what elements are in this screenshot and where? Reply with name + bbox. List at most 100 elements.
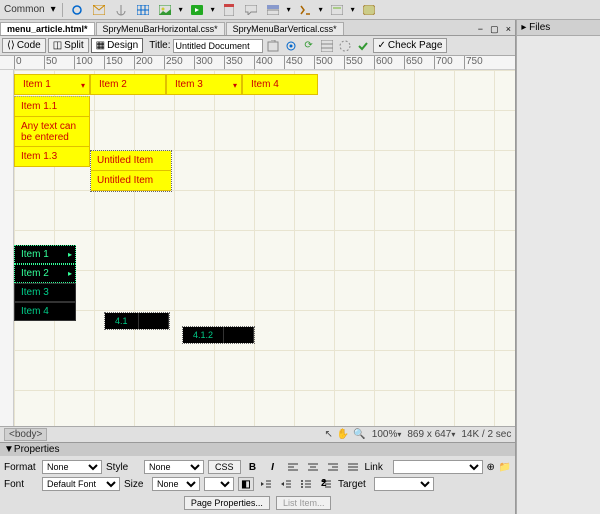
- align-center-icon[interactable]: [305, 460, 321, 474]
- style-select[interactable]: None: [144, 460, 204, 474]
- hmenu-item-2[interactable]: Item 2: [90, 74, 166, 95]
- dropdown-arrow-icon[interactable]: ▾: [319, 5, 323, 14]
- submenu-item[interactable]: Untitled Item: [91, 151, 171, 171]
- files-panel: ▸ Files: [516, 20, 600, 514]
- vmenu-item-2[interactable]: Item 2▸: [14, 264, 76, 283]
- document-tabs: menu_article.html* SpryMenuBarHorizontal…: [0, 20, 515, 36]
- submenu-item[interactable]: Item 1.3: [14, 147, 90, 167]
- submenu-item[interactable]: Untitled Item: [91, 171, 171, 191]
- restore-icon[interactable]: ▢: [487, 23, 501, 35]
- refresh-icon[interactable]: ⟳: [301, 38, 317, 54]
- preview-icon[interactable]: [283, 38, 299, 54]
- toolbar-category[interactable]: Common: [4, 4, 45, 15]
- split-view-button[interactable]: ◫Split: [48, 38, 89, 53]
- title-input[interactable]: [173, 39, 263, 53]
- chevron-right-icon: ▸: [68, 250, 72, 259]
- tag-chooser-icon[interactable]: [361, 2, 377, 18]
- image-icon[interactable]: [157, 2, 173, 18]
- zoom-level[interactable]: 100%: [372, 429, 398, 440]
- font-label: Font: [4, 479, 38, 490]
- split-icon: ◫: [53, 40, 62, 51]
- view-options-icon[interactable]: [319, 38, 335, 54]
- font-select[interactable]: Default Font: [42, 477, 120, 491]
- tab-spry-vertical[interactable]: SpryMenuBarVertical.css*: [226, 22, 344, 35]
- hmenu-item-3[interactable]: Item 3▾: [166, 74, 242, 95]
- file-management-icon[interactable]: [265, 38, 281, 54]
- hand-tool-icon[interactable]: ✋: [337, 429, 349, 440]
- size-unit-select[interactable]: [204, 477, 234, 491]
- text-color-icon[interactable]: ◧: [238, 477, 254, 491]
- hmenu-item-1[interactable]: Item 1▾: [14, 74, 90, 95]
- vmenu-item-4[interactable]: Item 4: [14, 302, 76, 321]
- templates-icon[interactable]: [329, 2, 345, 18]
- css-button[interactable]: CSS: [208, 460, 241, 474]
- vsub-item[interactable]: 4.1.2: [183, 327, 224, 343]
- visual-aids-icon[interactable]: [337, 38, 353, 54]
- dropdown-arrow-icon[interactable]: ▾: [397, 430, 401, 439]
- target-select[interactable]: [374, 477, 434, 491]
- vmenu-item-1[interactable]: Item 1▸: [14, 245, 76, 264]
- dropdown-arrow-icon[interactable]: ▾: [211, 5, 215, 14]
- validate-icon[interactable]: [355, 38, 371, 54]
- horizontal-spry-menu: Item 1▾ Item 2 Item 3▾ Item 4: [14, 74, 318, 95]
- unordered-list-icon[interactable]: [298, 477, 314, 491]
- hmenu-submenu-1-3: Untitled Item Untitled Item: [90, 150, 172, 192]
- vsub-item-empty[interactable]: [139, 313, 169, 329]
- dropdown-arrow-icon[interactable]: ▾: [51, 4, 56, 15]
- download-size: 14K / 2 sec: [461, 429, 511, 440]
- hyperlink-icon[interactable]: [69, 2, 85, 18]
- files-panel-header[interactable]: ▸ Files: [517, 20, 600, 36]
- chevron-down-icon: ▾: [233, 81, 237, 90]
- bold-icon[interactable]: B: [245, 460, 261, 474]
- media-icon[interactable]: [189, 2, 205, 18]
- tab-menu-article[interactable]: menu_article.html*: [0, 22, 95, 35]
- design-view-button[interactable]: ▦Design: [91, 38, 144, 53]
- align-right-icon[interactable]: [325, 460, 341, 474]
- minimize-icon[interactable]: −: [473, 23, 487, 35]
- browse-folder-icon[interactable]: 📁: [499, 462, 511, 473]
- indent-icon[interactable]: [278, 477, 294, 491]
- date-icon[interactable]: [221, 2, 237, 18]
- dropdown-arrow-icon[interactable]: ▾: [287, 5, 291, 14]
- check-icon: ✓: [378, 40, 386, 51]
- tab-spry-horizontal[interactable]: SpryMenuBarHorizontal.css*: [96, 22, 225, 35]
- italic-icon[interactable]: I: [265, 460, 281, 474]
- submenu-item[interactable]: Item 1.1: [14, 96, 90, 117]
- dropdown-arrow-icon[interactable]: ▾: [179, 5, 183, 14]
- outdent-icon[interactable]: [258, 477, 274, 491]
- align-justify-icon[interactable]: [345, 460, 361, 474]
- title-label: Title:: [149, 40, 170, 51]
- format-select[interactable]: None: [42, 460, 102, 474]
- properties-header[interactable]: ▼ Properties: [0, 443, 515, 456]
- list-item-button[interactable]: List Item...: [276, 496, 332, 510]
- script-icon[interactable]: [297, 2, 313, 18]
- vsub-item-empty[interactable]: [224, 327, 254, 343]
- submenu-item[interactable]: Any text can be entered: [14, 117, 90, 147]
- page-properties-button[interactable]: Page Properties...: [184, 496, 270, 510]
- code-view-button[interactable]: ⟨⟩Code: [2, 38, 46, 53]
- link-select[interactable]: [393, 460, 483, 474]
- email-icon[interactable]: [91, 2, 107, 18]
- zoom-tool-icon[interactable]: 🔍: [353, 429, 365, 440]
- format-label: Format: [4, 462, 38, 473]
- anchor-icon[interactable]: [113, 2, 129, 18]
- size-select[interactable]: None: [152, 477, 200, 491]
- window-size[interactable]: 869 x 647: [407, 429, 451, 440]
- check-page-button[interactable]: ✓Check Page: [373, 38, 448, 53]
- table-icon[interactable]: [135, 2, 151, 18]
- select-tool-icon[interactable]: ↖: [324, 429, 332, 440]
- ordered-list-icon[interactable]: 12: [318, 477, 334, 491]
- align-left-icon[interactable]: [285, 460, 301, 474]
- dropdown-arrow-icon[interactable]: ▾: [351, 5, 355, 14]
- close-icon[interactable]: ×: [501, 23, 515, 35]
- vmenu-item-3[interactable]: Item 3: [14, 283, 76, 302]
- design-canvas[interactable]: Item 1▾ Item 2 Item 3▾ Item 4 Item 1.1 A…: [14, 70, 515, 426]
- tag-selector[interactable]: <body>: [4, 428, 47, 441]
- dropdown-arrow-icon[interactable]: ▾: [451, 430, 455, 439]
- head-icon[interactable]: [265, 2, 281, 18]
- point-to-file-icon[interactable]: ⊕: [487, 462, 495, 473]
- vertical-ruler: [0, 70, 14, 426]
- vsub-item[interactable]: 4.1: [105, 313, 139, 329]
- hmenu-item-4[interactable]: Item 4: [242, 74, 318, 95]
- comment-icon[interactable]: [243, 2, 259, 18]
